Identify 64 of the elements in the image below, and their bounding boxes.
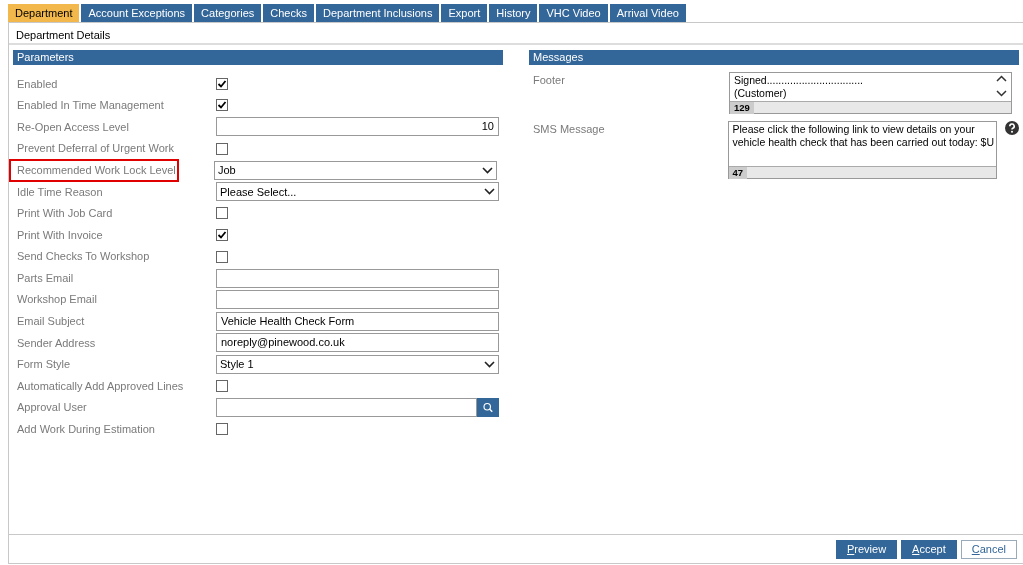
text-line: (Customer) — [734, 87, 788, 100]
checkbox[interactable] — [216, 380, 228, 393]
text-line: Signed................................. — [734, 74, 863, 87]
input-field[interactable] — [216, 398, 477, 418]
field-label: Sender Address — [16, 335, 97, 351]
tab[interactable]: Department — [8, 4, 80, 22]
field-label: SMS Message — [532, 122, 606, 137]
chevron-down-icon — [482, 166, 493, 174]
search-button[interactable] — [477, 398, 499, 418]
input-field[interactable] — [216, 290, 499, 310]
tab[interactable]: VHC Video — [539, 4, 608, 22]
input-field[interactable]: noreply@pinewood.co.uk — [216, 333, 499, 353]
field-label: Parts Email — [16, 270, 75, 286]
checkbox[interactable] — [216, 77, 228, 90]
text-area[interactable]: Signed................................. (Customer) 129 — [729, 72, 1012, 114]
field-label: Approval User — [16, 400, 88, 416]
field-label: Print With Job Card — [16, 206, 114, 222]
dropdown[interactable]: Style 1 — [216, 355, 499, 374]
text-area[interactable]: Please click the following link to view details on your vehicle health check that has been carried out today: $U 47 — [727, 121, 997, 179]
field-label: Enabled In Time Management — [16, 98, 165, 114]
tab[interactable]: Department Inclusions — [316, 4, 440, 22]
action-button[interactable]: Accept — [901, 540, 957, 559]
search-icon — [483, 401, 493, 415]
field-label: Form Style — [16, 357, 72, 373]
input-field[interactable]: 10 — [216, 117, 499, 137]
field-label: Email Subject — [16, 314, 86, 330]
field-label: Send Checks To Workshop — [16, 249, 151, 265]
field-label: Re-Open Access Level — [16, 119, 130, 135]
section-header: Messages — [529, 50, 1019, 65]
tab[interactable]: Arrival Video — [609, 4, 686, 22]
checkbox[interactable] — [216, 99, 228, 112]
cancel-button[interactable]: Cancel — [960, 540, 1017, 559]
action-button[interactable]: Preview — [835, 540, 898, 559]
input-field[interactable]: Vehicle Health Check Form — [216, 311, 499, 331]
tab[interactable]: Checks — [263, 4, 314, 22]
checkbox[interactable] — [216, 250, 228, 263]
dropdown[interactable]: Job — [214, 160, 497, 180]
field-label: Add Work During Estimation — [16, 422, 156, 438]
tab[interactable]: History — [489, 4, 538, 22]
character-count: 129 — [730, 102, 754, 114]
dropdown[interactable]: Please Select... — [216, 182, 499, 202]
field-label: Print With Invoice — [16, 227, 104, 243]
section-header: Parameters — [13, 50, 503, 65]
checkbox[interactable] — [216, 228, 228, 241]
field-label: Prevent Deferral of Urgent Work — [16, 141, 175, 157]
checkbox[interactable] — [216, 423, 228, 436]
chevron-down-icon — [484, 188, 495, 196]
tab[interactable]: Export — [441, 4, 488, 22]
text-line: vehicle health check that has been carried out today: $U — [732, 136, 995, 149]
checkbox[interactable] — [216, 207, 228, 220]
page-title: Department Details — [9, 23, 1023, 45]
tab[interactable]: Account Exceptions — [81, 4, 193, 22]
text-line: Please click the following link to view details on your — [732, 123, 976, 136]
field-label: Recommended Work Lock Level — [11, 160, 177, 180]
field-label: Footer — [532, 73, 566, 88]
field-label: Workshop Email — [16, 292, 98, 308]
character-count: 47 — [728, 167, 748, 179]
field-label: Automatically Add Approved Lines — [16, 378, 185, 394]
field-label: Idle Time Reason — [16, 184, 104, 200]
chevron-down-icon — [484, 361, 495, 368]
checkbox[interactable] — [216, 142, 228, 155]
field-label: Enabled — [16, 76, 59, 92]
tab[interactable]: Categories — [194, 4, 262, 22]
input-field[interactable] — [216, 268, 499, 288]
